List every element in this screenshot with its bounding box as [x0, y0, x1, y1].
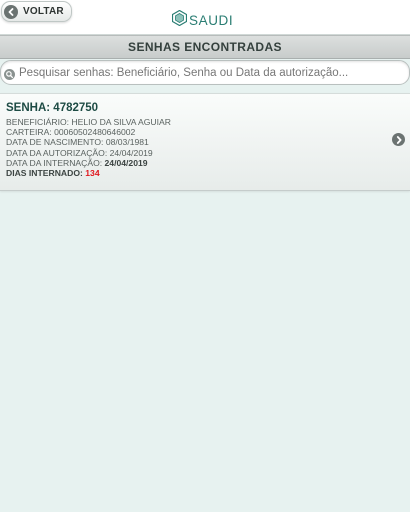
result-item[interactable]: SENHA: 4782750 BENEFICIÁRIO: HELIO DA SI…	[0, 93, 410, 191]
carteira-value: 00060502480646002	[54, 127, 136, 138]
beneficiario-line: BENEFICIÁRIO: HELIO DA SILVA AGUIAR	[6, 117, 171, 127]
search-input[interactable]	[19, 66, 409, 79]
autorizacao-line: DATA DA AUTORIZAÇÃO: 24/04/2019	[6, 148, 171, 158]
logo-text: SAUDI	[189, 13, 234, 28]
dias-line: DIAS INTERNADO: 134	[6, 168, 171, 178]
senha-label: SENHA:	[6, 102, 51, 114]
internacao-label: DATA DA INTERNAÇÃO:	[6, 157, 103, 168]
dias-label: DIAS INTERNADO:	[6, 168, 83, 179]
nascimento-value: 08/03/1981	[105, 137, 149, 148]
saudi-logo: SAUDI	[171, 9, 234, 31]
internacao-line: DATA DA INTERNAÇÃO: 24/04/2019	[6, 158, 171, 168]
app-header: VOLTAR SAUDI	[0, 0, 410, 35]
back-button[interactable]: VOLTAR	[1, 1, 72, 22]
logo-icon	[171, 9, 188, 31]
dias-value: 134	[85, 168, 100, 179]
autorizacao-value: 24/04/2019	[109, 147, 153, 158]
nascimento-label: DATA DE NASCIMENTO:	[6, 137, 104, 148]
senha-value: 4782750	[53, 102, 99, 114]
back-button-label: VOLTAR	[23, 6, 64, 17]
beneficiario-label: BENEFICIÁRIO:	[6, 117, 70, 127]
result-details: BENEFICIÁRIO: HELIO DA SILVA AGUIAR CART…	[6, 117, 171, 178]
beneficiario-value: HELIO DA SILVA AGUIAR	[71, 117, 171, 127]
search-box[interactable]	[0, 60, 410, 85]
chevron-left-icon	[4, 4, 18, 19]
autorizacao-label: DATA DA AUTORIZAÇÃO:	[6, 147, 108, 158]
carteira-label: CARTEIRA:	[6, 127, 52, 138]
internacao-value: 24/04/2019	[104, 157, 148, 168]
senha-title: SENHA: 4782750	[6, 102, 98, 114]
search-icon	[4, 67, 15, 80]
chevron-right-icon[interactable]	[392, 133, 405, 146]
title-bar: SENHAS ENCONTRADAS	[0, 35, 410, 59]
page-title: SENHAS ENCONTRADAS	[128, 40, 282, 54]
carteira-line: CARTEIRA: 00060502480646002	[6, 127, 171, 137]
nascimento-line: DATA DE NASCIMENTO: 08/03/1981	[6, 137, 171, 147]
